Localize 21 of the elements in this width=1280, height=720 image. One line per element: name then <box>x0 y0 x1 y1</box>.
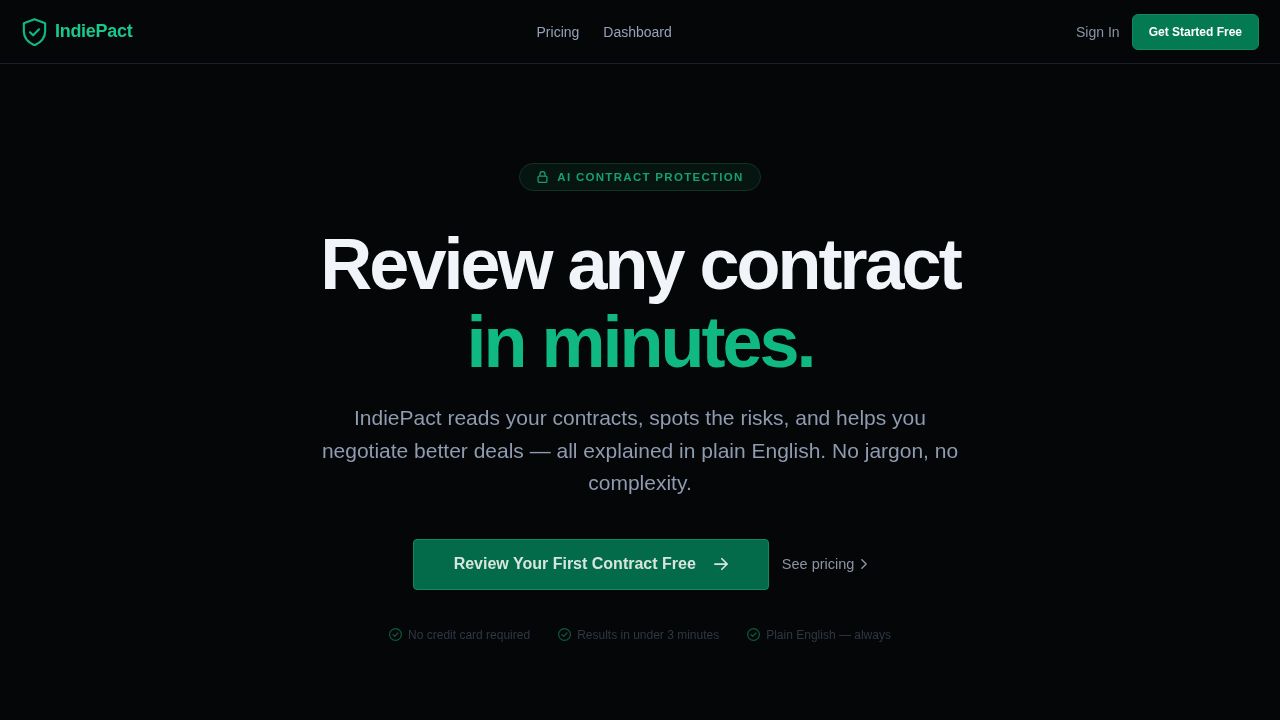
assurance-text: Results in under 3 minutes <box>577 627 720 642</box>
nav-link[interactable]: Dashboard <box>603 23 672 40</box>
lock-icon <box>537 171 549 183</box>
nav-link[interactable]: Pricing <box>536 23 580 40</box>
assurance-text: Plain English — always <box>766 627 891 642</box>
see-pricing-link[interactable]: See pricing <box>781 556 868 572</box>
arrow-right-icon <box>713 557 728 571</box>
badge-label: AI CONTRACT PROTECTION <box>557 171 744 183</box>
logo-text[interactable]: IndiePact <box>55 21 133 42</box>
headline-text: in minutes. <box>466 303 814 381</box>
check-circle-icon <box>558 628 572 641</box>
chevron-right-icon <box>861 559 868 569</box>
review-contract-button[interactable]: Review Your First Contract Free <box>412 538 769 590</box>
assurance-text: No credit card required <box>408 627 531 642</box>
headline-text: Review any contract <box>320 225 960 303</box>
hero-description: IndiePact reads your contracts, spots the risks, and helps you negotiate better deals — all explained in plain English. No jargon, no complexity. <box>320 405 960 496</box>
check-circle-icon <box>389 628 403 641</box>
check-circle-icon <box>747 628 761 641</box>
get-started-button[interactable]: Get Started Free <box>1131 13 1259 50</box>
shield-check-icon <box>22 17 47 46</box>
sign-in-link[interactable]: Sign In <box>1076 23 1120 40</box>
